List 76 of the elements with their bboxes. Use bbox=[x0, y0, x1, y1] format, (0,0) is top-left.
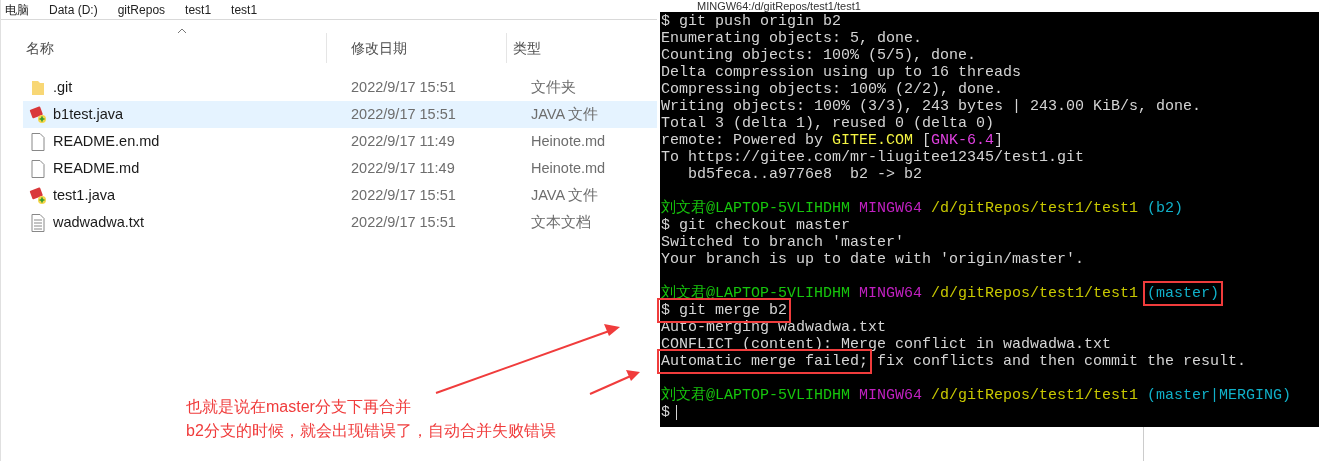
terminal-text: fix conflicts and then commit the result. bbox=[876, 353, 1247, 370]
file-name: README.md bbox=[53, 158, 141, 178]
terminal-text: [ bbox=[921, 132, 932, 149]
terminal-text: $ git push origin b2 bbox=[661, 13, 842, 30]
annotation-text: 也就是说在master分支下再合并 bbox=[186, 397, 412, 417]
terminal-text: Your branch is up to date with 'origin/master'. bbox=[661, 251, 1085, 268]
modified-date: 2022/9/17 15:51 bbox=[351, 212, 457, 232]
terminal-text: /d/gitRepos/test1/test1 bbox=[931, 200, 1140, 217]
modified-date: 2022/9/17 11:49 bbox=[351, 158, 456, 178]
file-row[interactable]: README.en.md 2022/9/17 11:49 Heinote.md bbox=[23, 128, 657, 155]
terminal-text: /d/gitRepos/test1/test1 bbox=[931, 285, 1140, 302]
column-header[interactable]: 名称 bbox=[1, 33, 327, 63]
terminal-text: Automatic merge failed; bbox=[661, 353, 869, 370]
terminal-text: 刘文君@LAPTOP-5VLIHDHM bbox=[661, 387, 852, 404]
terminal-text: /d/gitRepos/test1/test1 bbox=[931, 387, 1140, 404]
terminal-text: Writing objects: 100% (3/3), 243 bytes | 243.00 KiB/s, done. bbox=[661, 98, 1202, 115]
file-row[interactable]: b1test.java 2022/9/17 15:51 JAVA 文件 bbox=[23, 101, 657, 128]
terminal-text: (b2) bbox=[1147, 200, 1184, 217]
file-type: Heinote.md bbox=[531, 131, 607, 151]
terminal-text: $ bbox=[661, 404, 670, 421]
file-type: JAVA 文件 bbox=[531, 185, 600, 205]
terminal-text: Compressing objects: 100% (2/2), done. bbox=[661, 81, 1004, 98]
terminal-text: GNK-6.4 bbox=[931, 132, 995, 149]
breadcrumb-item[interactable]: Data (D:) bbox=[49, 3, 98, 16]
terminal-text: MINGW64 bbox=[859, 285, 924, 302]
file-row[interactable]: test1.java 2022/9/17 15:51 JAVA 文件 bbox=[23, 182, 657, 209]
file-row[interactable]: README.md 2022/9/17 11:49 Heinote.md bbox=[23, 155, 657, 182]
file-type: JAVA 文件 bbox=[531, 104, 600, 124]
breadcrumb-item[interactable]: test1 bbox=[231, 3, 258, 16]
document-icon bbox=[31, 159, 45, 178]
terminal-text: Counting objects: 100% (5/5), done. bbox=[661, 47, 977, 64]
sort-up-icon bbox=[177, 28, 187, 34]
breadcrumb-item[interactable]: test1 bbox=[185, 3, 212, 16]
file-name: test1.java bbox=[53, 185, 117, 205]
terminal-text: (master) bbox=[1147, 285, 1220, 302]
java-file-icon bbox=[29, 186, 47, 205]
modified-date: 2022/9/17 15:51 bbox=[351, 185, 457, 205]
file-row[interactable]: wadwadwa.txt 2022/9/17 15:51 文本文档 bbox=[23, 209, 657, 236]
java-file-icon bbox=[29, 105, 47, 124]
column-header[interactable]: 修改日期 bbox=[327, 33, 507, 63]
terminal-text: MINGW64 bbox=[859, 387, 924, 404]
modified-date: 2022/9/17 15:51 bbox=[351, 77, 457, 97]
terminal-text: 刘文君@LAPTOP-5VLIHDHM bbox=[661, 200, 852, 217]
file-type: 文本文档 bbox=[531, 212, 592, 232]
file-type: Heinote.md bbox=[531, 158, 607, 178]
terminal-text: Delta compression using up to 16 threads bbox=[661, 64, 1022, 81]
folder-icon bbox=[31, 79, 45, 96]
terminal-text: CONFLICT (content): Merge conflict in wadwadwa.txt bbox=[661, 336, 1112, 353]
terminal-text: Switched to branch 'master' bbox=[661, 234, 905, 251]
file-name: README.en.md bbox=[53, 131, 161, 151]
file-row[interactable]: .git 2022/9/17 15:51 文件夹 bbox=[23, 74, 657, 101]
terminal-text: $ git merge b2 bbox=[661, 302, 788, 319]
terminal-text: GITEE.COM bbox=[832, 132, 914, 149]
breadcrumb-item[interactable]: gitRepos bbox=[117, 3, 166, 16]
file-name: .git bbox=[53, 77, 74, 97]
breadcrumb-item[interactable]: 电脑 bbox=[5, 3, 29, 16]
file-name: b1test.java bbox=[53, 104, 125, 124]
terminal-text: bd5feca..a9776e8 b2 -> b2 bbox=[687, 166, 923, 183]
terminal-text: $ git checkout master bbox=[661, 217, 851, 234]
file-name: wadwadwa.txt bbox=[53, 212, 146, 232]
terminal-text: Auto-merging wadwadwa.txt bbox=[661, 319, 887, 336]
column-header[interactable]: 类型 bbox=[507, 33, 627, 63]
terminal-text: Total 3 (delta 1), reused 0 (delta 0) bbox=[661, 115, 995, 132]
terminal-text: ] bbox=[994, 132, 1004, 149]
text-document-icon bbox=[31, 213, 45, 232]
modified-date: 2022/9/17 15:51 bbox=[351, 104, 457, 124]
terminal-text: To https://gitee.com/mr-liugitee12345/test1.git bbox=[661, 149, 1085, 166]
terminal-text: (master|MERGING) bbox=[1147, 387, 1292, 404]
modified-date: 2022/9/17 11:49 bbox=[351, 131, 456, 151]
terminal-text: Enumerating objects: 5, done. bbox=[661, 30, 923, 47]
document-icon bbox=[31, 132, 45, 151]
file-type: 文件夹 bbox=[531, 77, 577, 97]
window-title: MINGW64:/d/gitRepos/test1/test1 bbox=[697, 0, 861, 12]
terminal-text: MINGW64 bbox=[859, 200, 924, 217]
terminal-text: remote: Powered by bbox=[661, 132, 825, 149]
annotation-text: b2分支的时候，就会出现错误了，自动合并失败错误 bbox=[186, 421, 557, 441]
